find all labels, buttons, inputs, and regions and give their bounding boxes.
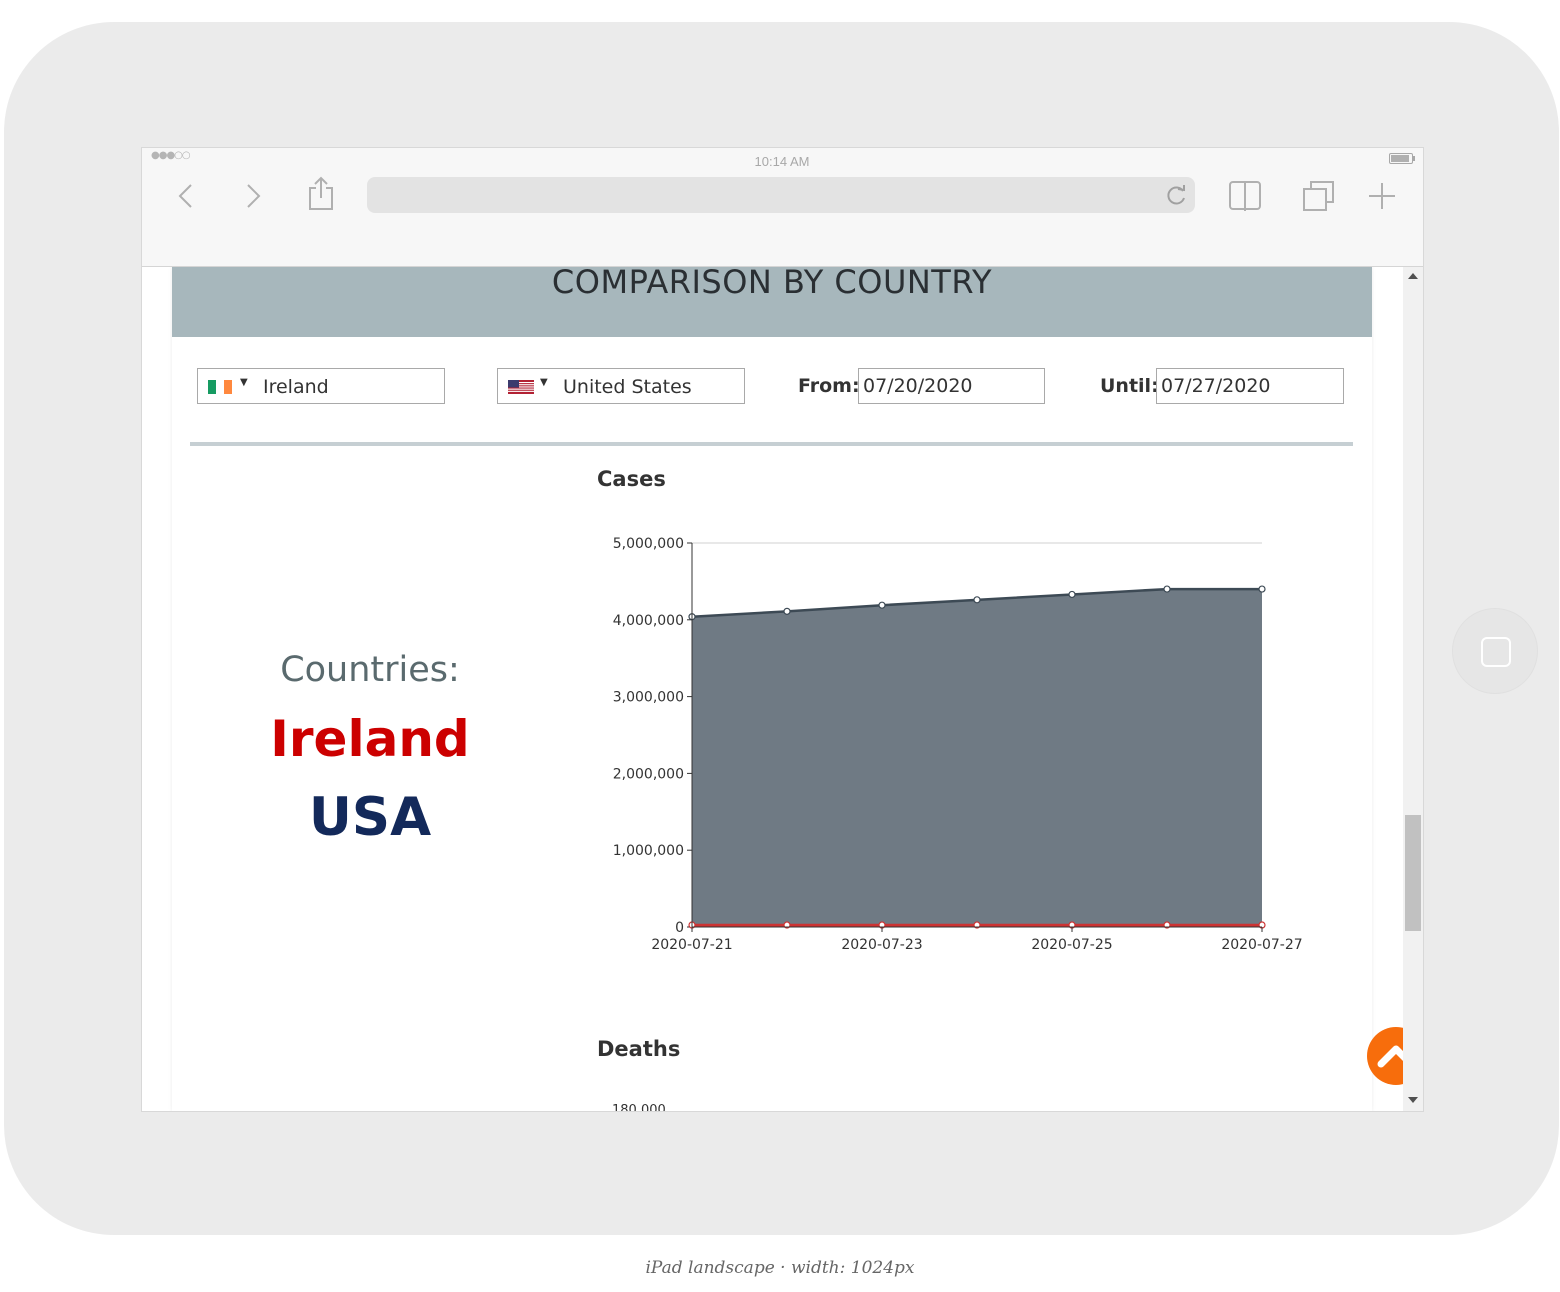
country2-name: USA [308, 787, 432, 848]
us-flag-icon [508, 380, 534, 394]
series-0-point [973, 596, 981, 604]
country2-select-value: United States [563, 376, 692, 398]
y-tick-label: 1,000,000 [613, 843, 684, 859]
x-tick-label: 2020-07-21 [651, 937, 732, 953]
battery-icon [1389, 153, 1415, 164]
series-0-point [878, 601, 886, 609]
y-tick-label: 4,000,000 [613, 613, 684, 629]
scroll-up-arrow-icon[interactable] [1408, 273, 1418, 279]
chevron-down-icon: ▼ [540, 377, 548, 388]
deaths-chart-title: Deaths [597, 1037, 681, 1061]
series-0-point [783, 607, 791, 615]
browser-chrome: ●●●○○ 10:14 AM [142, 148, 1423, 267]
from-label: From: [798, 375, 860, 397]
series-0-point [1163, 585, 1171, 593]
until-date-input[interactable] [1156, 368, 1344, 404]
forward-icon[interactable] [243, 182, 263, 210]
back-icon[interactable] [176, 182, 196, 210]
series-0-area [692, 589, 1262, 927]
x-tick-label: 2020-07-23 [841, 937, 922, 953]
x-tick-label: 2020-07-27 [1221, 937, 1302, 953]
country1-name: Ireland [270, 710, 470, 768]
until-label: Until: [1100, 375, 1159, 397]
new-tab-icon[interactable] [1368, 182, 1396, 210]
address-bar[interactable] [367, 177, 1195, 213]
page-container: COMPARISON BY COUNTRY ▼ Ireland ▼ United… [172, 267, 1423, 1111]
share-icon[interactable] [307, 176, 335, 212]
deaths-y-tick-label: 180,000 [612, 1103, 666, 1111]
country1-select-value: Ireland [263, 376, 329, 398]
scrollbar-thumb[interactable] [1405, 815, 1421, 931]
countries-label: Countries: [280, 650, 460, 690]
signal-indicator: ●●●○○ [151, 150, 191, 161]
y-tick-label: 5,000,000 [613, 536, 684, 552]
page-title: COMPARISON BY COUNTRY [551, 267, 993, 301]
cases-chart: 0 1,000,000 2,000,000 3,000,000 4,000,000 5,0… [613, 536, 1303, 953]
x-tick-label: 2020-07-25 [1031, 937, 1112, 953]
web-content: COMPARISON BY COUNTRY ▼ Ireland ▼ United… [142, 267, 1423, 1111]
page-scrollbar[interactable] [1403, 267, 1423, 1111]
y-tick-label: 0 [675, 920, 684, 936]
cases-chart-title: Cases [597, 467, 666, 491]
series-0-point [1258, 585, 1266, 593]
ireland-flag-icon [208, 380, 232, 394]
device-caption: iPad landscape · width: 1024px [645, 1258, 915, 1278]
scroll-down-arrow-icon[interactable] [1408, 1097, 1418, 1103]
home-button[interactable] [1452, 608, 1538, 694]
page-header: COMPARISON BY COUNTRY [172, 267, 1372, 337]
deaths-chart: 180,000 [612, 1103, 666, 1111]
bookmarks-icon[interactable] [1228, 180, 1262, 212]
country2-select[interactable]: ▼ United States [497, 368, 745, 404]
country1-select[interactable]: ▼ Ireland [197, 368, 445, 404]
reload-icon[interactable] [1165, 183, 1189, 207]
tabs-icon[interactable] [1302, 180, 1336, 212]
from-date-input[interactable] [858, 368, 1045, 404]
divider [190, 442, 1353, 446]
home-square-icon [1481, 637, 1511, 667]
chevron-down-icon: ▼ [240, 377, 248, 388]
y-tick-label: 2,000,000 [613, 766, 684, 782]
ipad-screen: ●●●○○ 10:14 AM COMPARISON BY COUNTRY ▼ I… [141, 147, 1424, 1112]
series-0-point [1068, 590, 1076, 599]
status-time: 10:14 AM [754, 154, 810, 169]
y-tick-label: 3,000,000 [613, 690, 684, 706]
